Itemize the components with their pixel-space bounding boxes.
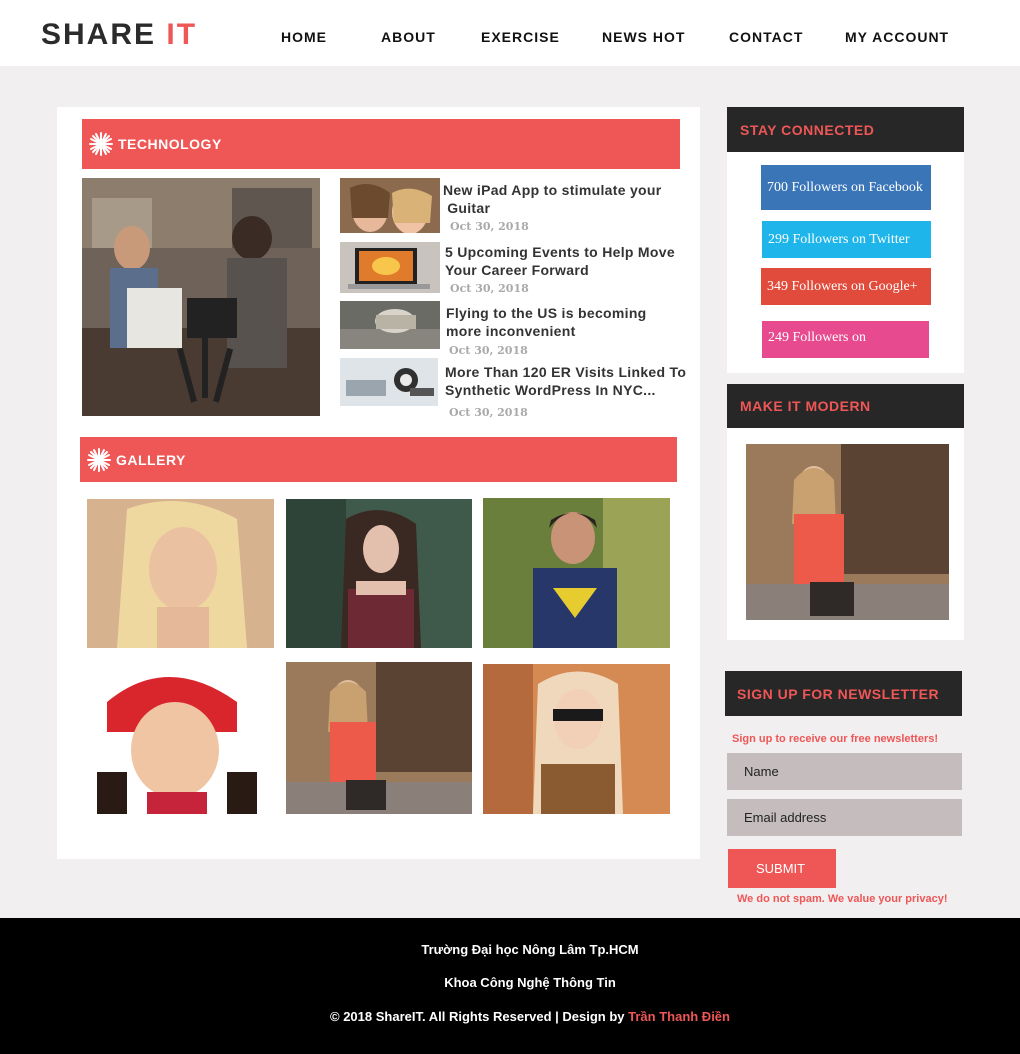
featured-article-image[interactable] xyxy=(82,178,320,416)
article-thumbnail[interactable] xyxy=(340,178,440,233)
article-title[interactable]: New iPad App to stimulate your Guitar xyxy=(443,181,662,217)
gallery-image[interactable] xyxy=(87,499,274,648)
nav-my-account[interactable]: MY ACCOUNT xyxy=(845,29,949,45)
gallery-image[interactable] xyxy=(286,499,472,648)
nav-home[interactable]: HOME xyxy=(281,29,327,45)
newsletter-subtitle: Sign up to receive our free newsletters! xyxy=(732,733,939,745)
facebook-followers-button[interactable]: 700 Followers on Facebook xyxy=(761,165,931,210)
submit-button[interactable]: SUBMIT xyxy=(728,849,836,888)
article-title[interactable]: More Than 120 ER Visits Linked To Synthe… xyxy=(445,363,686,399)
gallery-image[interactable] xyxy=(483,664,670,814)
logo-accent: IT xyxy=(166,18,198,51)
promo-image[interactable] xyxy=(746,444,949,620)
footer-faculty: Khoa Công Nghệ Thông Tin xyxy=(444,975,616,990)
logo-text: SHARE xyxy=(41,18,157,51)
article-title[interactable]: 5 Upcoming Events to Help Move Your Care… xyxy=(445,243,675,279)
footer-author-link[interactable]: Trần Thanh Điền xyxy=(628,1009,730,1024)
gallery-header: GALLERY xyxy=(80,437,677,482)
article-thumbnail[interactable] xyxy=(340,301,440,349)
gallery-image[interactable] xyxy=(483,498,670,648)
article-thumbnail[interactable] xyxy=(340,358,438,406)
article-thumbnail[interactable] xyxy=(340,242,440,293)
gallery-image[interactable] xyxy=(286,662,472,814)
make-modern-header: MAKE IT MODERN xyxy=(727,384,964,428)
instagram-followers-button[interactable]: 249 Followers on xyxy=(762,321,929,358)
nav-exercise[interactable]: EXERCISE xyxy=(481,29,560,45)
starburst-icon xyxy=(89,132,113,156)
article-title[interactable]: Flying to the US is becoming more inconv… xyxy=(446,304,647,340)
article-date: Oct 30, 2018 xyxy=(450,282,529,295)
technology-header: TECHNOLOGY xyxy=(82,119,680,169)
twitter-followers-button[interactable]: 299 Followers on Twitter xyxy=(762,221,931,258)
starburst-icon xyxy=(87,447,111,472)
gallery-image[interactable] xyxy=(87,662,274,814)
gallery-title: GALLERY xyxy=(116,451,186,468)
email-field[interactable]: Email address xyxy=(727,799,962,836)
nav-contact[interactable]: CONTACT xyxy=(729,29,803,45)
nav-about[interactable]: ABOUT xyxy=(381,29,436,45)
nav-news-hot[interactable]: NEWS HOT xyxy=(602,29,685,45)
newsletter-header: SIGN UP FOR NEWSLETTER xyxy=(725,671,962,716)
article-date: Oct 30, 2018 xyxy=(450,220,529,233)
site-header: SHARE IT HOME ABOUT EXERCISE NEWS HOT CO… xyxy=(0,0,1020,66)
technology-title: TECHNOLOGY xyxy=(118,136,222,152)
site-footer: Trường Đại học Nông Lâm Tp.HCM Khoa Công… xyxy=(0,918,1020,1054)
footer-copyright: © 2018 ShareIT. All Rights Reserved | De… xyxy=(330,1009,730,1024)
name-field[interactable]: Name xyxy=(727,753,962,790)
privacy-note: We do not spam. We value your privacy! xyxy=(737,893,948,905)
footer-university: Trường Đại học Nông Lâm Tp.HCM xyxy=(421,942,639,957)
stay-connected-header: STAY CONNECTED xyxy=(727,107,964,152)
googleplus-followers-button[interactable]: 349 Followers on Google+ xyxy=(761,268,931,305)
article-date: Oct 30, 2018 xyxy=(449,406,528,419)
article-date: Oct 30, 2018 xyxy=(449,344,528,357)
site-logo[interactable]: SHARE IT xyxy=(41,18,197,52)
